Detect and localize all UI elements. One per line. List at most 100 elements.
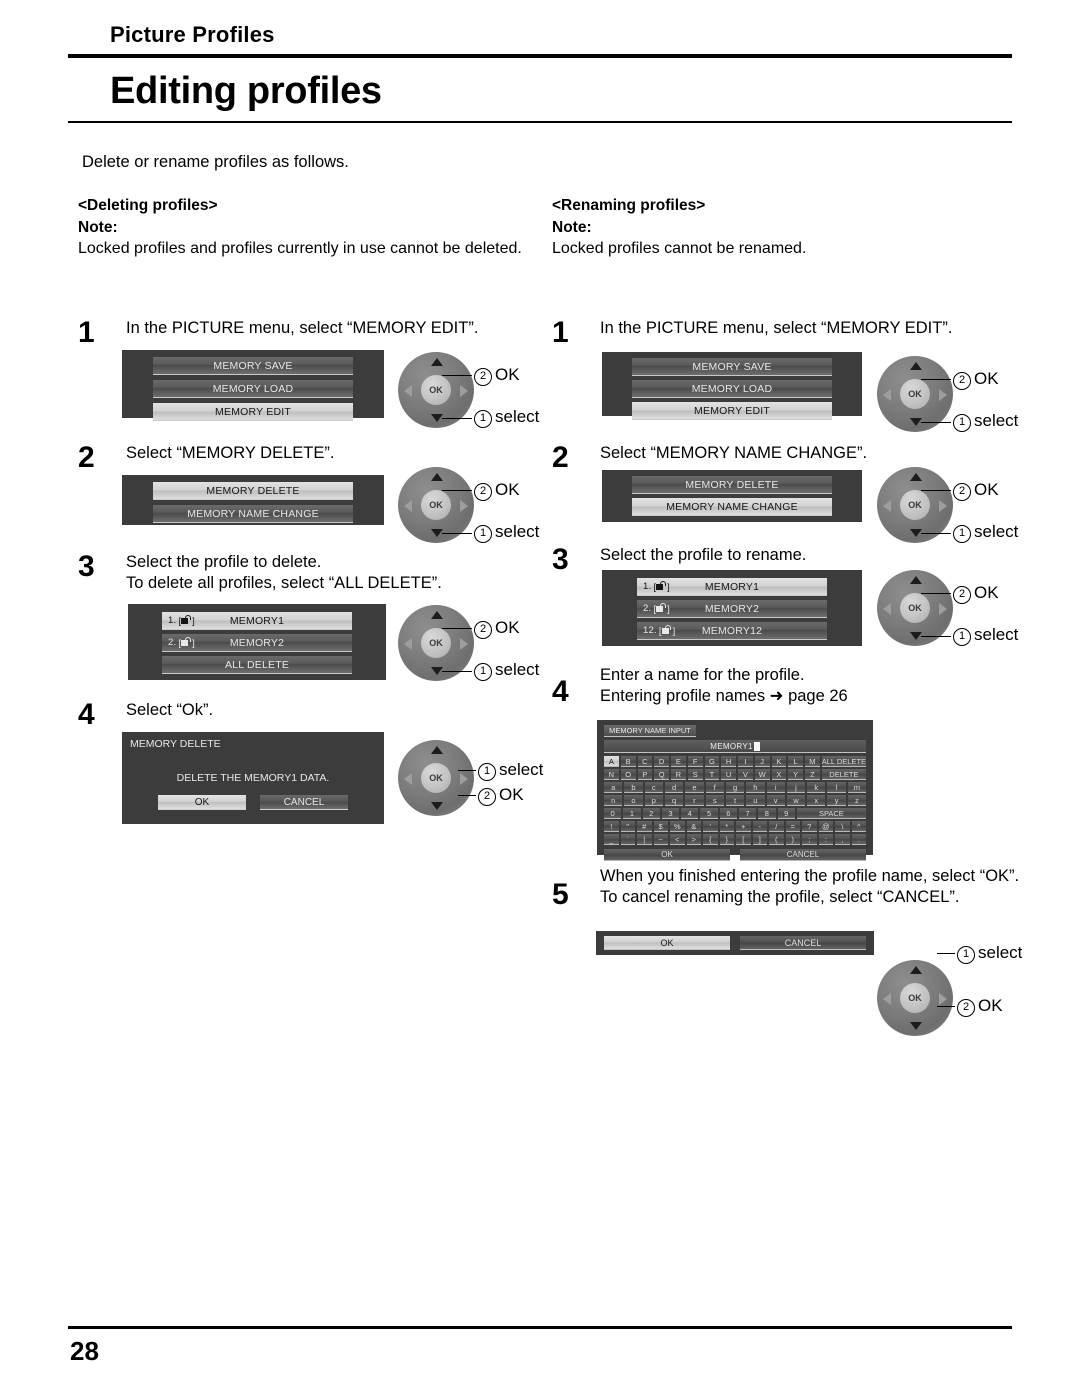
keyboard-key[interactable]: i [766, 782, 785, 793]
keyboard-key[interactable]: ' [703, 821, 718, 832]
osd-profile-row-selected[interactable]: 1. [] MEMORY1 [637, 578, 827, 596]
dpad-up-icon[interactable] [431, 358, 443, 366]
keyboard-key[interactable]: 5 [700, 808, 718, 819]
keyboard-key[interactable]: o [624, 795, 643, 806]
keyboard-key[interactable]: @ [818, 821, 833, 832]
osd-item[interactable]: MEMORY DELETE [632, 476, 832, 494]
keyboard-key[interactable]: [ [736, 834, 751, 845]
keyboard-key[interactable]: n [604, 795, 623, 806]
keyboard-key[interactable]: Y [788, 769, 803, 780]
dpad-ok-button[interactable]: OK [421, 628, 451, 658]
dpad-up-icon[interactable] [431, 746, 443, 754]
keyboard-key[interactable]: > [686, 834, 701, 845]
keyboard-key[interactable]: Q [654, 769, 669, 780]
keyboard-key[interactable]: l [827, 782, 846, 793]
keyboard-key[interactable]: c [644, 782, 663, 793]
keyboard-key[interactable]: d [664, 782, 684, 793]
dpad-left-icon[interactable] [883, 389, 891, 401]
keyboard-key[interactable]: J [754, 756, 770, 767]
keyboard-key[interactable]: + [736, 821, 751, 832]
dpad-left-icon[interactable] [404, 500, 412, 512]
dpad-left-icon[interactable] [883, 500, 891, 512]
osd-item-selected[interactable]: MEMORY NAME CHANGE [632, 498, 832, 516]
keyboard-ok-button[interactable]: OK [604, 849, 730, 861]
keyboard-key[interactable]: z [847, 795, 867, 806]
dpad-ok-button[interactable]: OK [421, 490, 451, 520]
dpad-left-icon[interactable] [404, 773, 412, 785]
keyboard-key[interactable]: * [719, 821, 734, 832]
dpad-right-icon[interactable] [939, 603, 947, 615]
keyboard-key[interactable]: / [769, 821, 784, 832]
dpad-ring[interactable]: OK [398, 740, 474, 816]
keyboard-cancel-button[interactable]: CANCEL [740, 849, 866, 861]
dpad-up-icon[interactable] [431, 611, 443, 619]
keyboard-key[interactable]: 3 [661, 808, 680, 819]
keyboard-key[interactable]: C [637, 756, 653, 767]
dpad-right-icon[interactable] [939, 389, 947, 401]
dpad-right-icon[interactable] [460, 500, 468, 512]
keyboard-key[interactable]: k [807, 782, 826, 793]
keyboard-key[interactable]: K [771, 756, 787, 767]
keyboard-key[interactable]: H [721, 756, 736, 767]
keyboard-key[interactable]: x [807, 795, 826, 806]
keyboard-key[interactable]: < [670, 834, 685, 845]
keyboard-key[interactable]: X [771, 769, 787, 780]
keyboard-key[interactable]: | [637, 834, 652, 845]
keyboard-key[interactable]: 2 [642, 808, 660, 819]
keyboard-key[interactable]: s [705, 795, 724, 806]
keyboard-key[interactable]: % [670, 821, 685, 832]
keyboard-key[interactable]: ~ [653, 834, 668, 845]
name-input-field[interactable]: MEMORY1 [604, 740, 866, 753]
keyboard-key[interactable]: ` [620, 834, 635, 845]
keyboard-key[interactable]: 9 [777, 808, 795, 819]
keyboard-key[interactable]: A [604, 756, 619, 767]
keyboard-key[interactable]: & [686, 821, 701, 832]
keyboard-key[interactable]: : [818, 834, 833, 845]
keyboard-key[interactable]: ! [604, 821, 619, 832]
osd-profile-row[interactable]: 2. [] MEMORY2 [637, 600, 827, 618]
dpad-ok-button[interactable]: OK [900, 593, 930, 623]
keyboard-key[interactable]: . [851, 834, 866, 845]
keyboard-key[interactable]: ; [802, 834, 817, 845]
keyboard-key[interactable]: L [788, 756, 803, 767]
keyboard-key[interactable]: W [754, 769, 770, 780]
keyboard-key-space[interactable]: SPACE [796, 808, 866, 819]
osd-item[interactable]: MEMORY LOAD [153, 380, 353, 398]
dpad-ok-button[interactable]: OK [900, 379, 930, 409]
dpad-right-icon[interactable] [460, 638, 468, 650]
dpad-up-icon[interactable] [910, 966, 922, 974]
keyboard-key[interactable]: V [738, 769, 753, 780]
dpad-ring[interactable]: OK [398, 352, 474, 428]
keyboard-key[interactable]: q [664, 795, 684, 806]
keyboard-key[interactable]: D [654, 756, 669, 767]
osd-item[interactable]: MEMORY NAME CHANGE [153, 505, 353, 523]
final-cancel-button[interactable]: CANCEL [740, 936, 866, 950]
keyboard-key[interactable]: y [827, 795, 846, 806]
keyboard-key[interactable]: ? [802, 821, 817, 832]
dpad-left-icon[interactable] [404, 638, 412, 650]
keyboard-key[interactable]: r [685, 795, 704, 806]
keyboard-key[interactable]: e [685, 782, 704, 793]
keyboard-key[interactable]: v [766, 795, 785, 806]
keyboard-key[interactable]: $ [653, 821, 668, 832]
dpad-ring[interactable]: OK [877, 570, 953, 646]
dpad-ring[interactable]: OK [398, 605, 474, 681]
keyboard-key[interactable]: F [687, 756, 703, 767]
dpad-ring[interactable]: OK [877, 356, 953, 432]
dpad-right-icon[interactable] [460, 773, 468, 785]
keyboard-key[interactable]: } [719, 834, 734, 845]
dpad-right-icon[interactable] [939, 993, 947, 1005]
dpad-up-icon[interactable] [910, 362, 922, 370]
dpad-right-icon[interactable] [939, 500, 947, 512]
dpad-ok-button[interactable]: OK [421, 763, 451, 793]
dpad-left-icon[interactable] [883, 993, 891, 1005]
keyboard-key[interactable]: u [746, 795, 765, 806]
final-ok-button[interactable]: OK [604, 936, 730, 950]
keyboard-key[interactable]: " [620, 821, 635, 832]
keyboard-key[interactable]: # [637, 821, 652, 832]
keyboard-key[interactable]: S [687, 769, 703, 780]
keyboard-key[interactable]: U [721, 769, 736, 780]
keyboard-key[interactable]: ( [769, 834, 784, 845]
keyboard-key[interactable]: ^ [851, 821, 866, 832]
keyboard-key-delete[interactable]: DELETE [821, 769, 866, 780]
